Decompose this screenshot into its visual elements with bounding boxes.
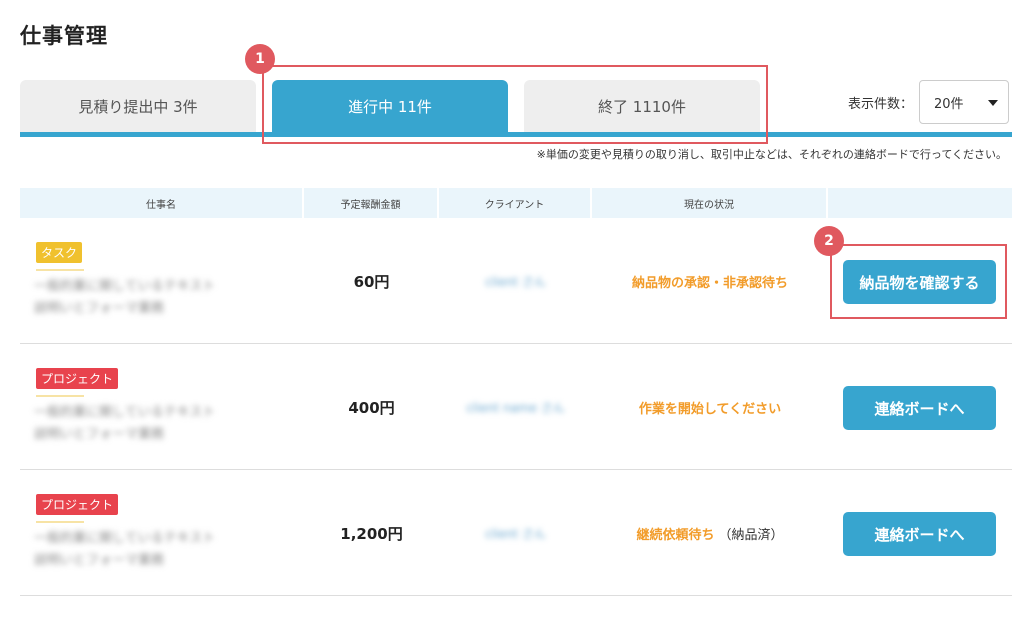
status-note: （納品済） [718,527,784,543]
reward-amount: 60円 [353,272,390,291]
contact-board-button[interactable]: 連絡ボードへ [843,386,996,430]
notice-text: ※単価の変更や見積りの取り消し、取引中止などは、それぞれの連絡ボードで行ってくだ… [536,148,1007,161]
table-row: プロジェクト 一般的業に関しているテキスト 説明いとフォーマ業務 400円 cl… [20,344,1012,470]
job-name-blurred[interactable]: 一般的業に関しているテキスト 説明いとフォーマ業務 [34,528,282,572]
column-header-action [828,188,1012,218]
reward-amount: 1,200円 [340,524,403,543]
page-title: 仕事管理 [20,24,108,48]
job-status: 作業を開始してください [592,344,828,470]
contact-board-button[interactable]: 連絡ボードへ [843,512,996,556]
tab-estimate-submitted[interactable]: 見積り提出中 3件 [20,80,256,132]
column-header-status: 現在の状況 [592,188,828,218]
project-badge: プロジェクト [36,494,119,515]
annotation-marker-2: 2 [814,226,844,256]
highlight-box-tabs [262,65,768,144]
badge-underline [36,269,84,271]
client-name[interactable]: client さん [439,218,592,344]
status-text: 作業を開始してください [638,401,782,417]
column-header-reward: 予定報酬金額 [304,188,439,218]
badge-underline [36,521,84,523]
client-name[interactable]: client さん [439,470,592,596]
display-count-value: 20件 [934,96,964,112]
client-name[interactable]: client name さん [439,344,592,470]
display-count-select[interactable]: 20件 [919,80,1010,124]
project-badge: プロジェクト [36,368,119,389]
column-header-job-name: 仕事名 [20,188,304,218]
chevron-down-icon [988,100,999,106]
highlight-box-confirm-button [830,244,1007,319]
badge-underline [36,395,84,397]
column-header-client: クライアント [439,188,592,218]
status-text: 継続依頼待ち [636,527,715,543]
table-row: プロジェクト 一般的業に関しているテキスト 説明いとフォーマ業務 1,200円 … [20,470,1012,596]
status-text: 納品物の承認・非承認待ち [631,275,788,291]
display-count-label: 表示件数： [848,96,914,112]
reward-amount: 400円 [348,398,395,417]
job-status: 納品物の承認・非承認待ち [592,218,828,344]
table-header: 仕事名 予定報酬金額 クライアント 現在の状況 [20,188,1012,218]
job-name-blurred[interactable]: 一般的業に関しているテキスト 説明いとフォーマ業務 [34,402,282,446]
task-badge: タスク [36,242,83,263]
job-status: 継続依頼待ち （納品済） [592,470,828,596]
annotation-marker-1: 1 [245,44,275,74]
display-count: 表示件数： 20件 [848,80,1010,124]
job-name-blurred[interactable]: 一般的業に関しているテキスト 説明いとフォーマ業務 [34,276,282,320]
